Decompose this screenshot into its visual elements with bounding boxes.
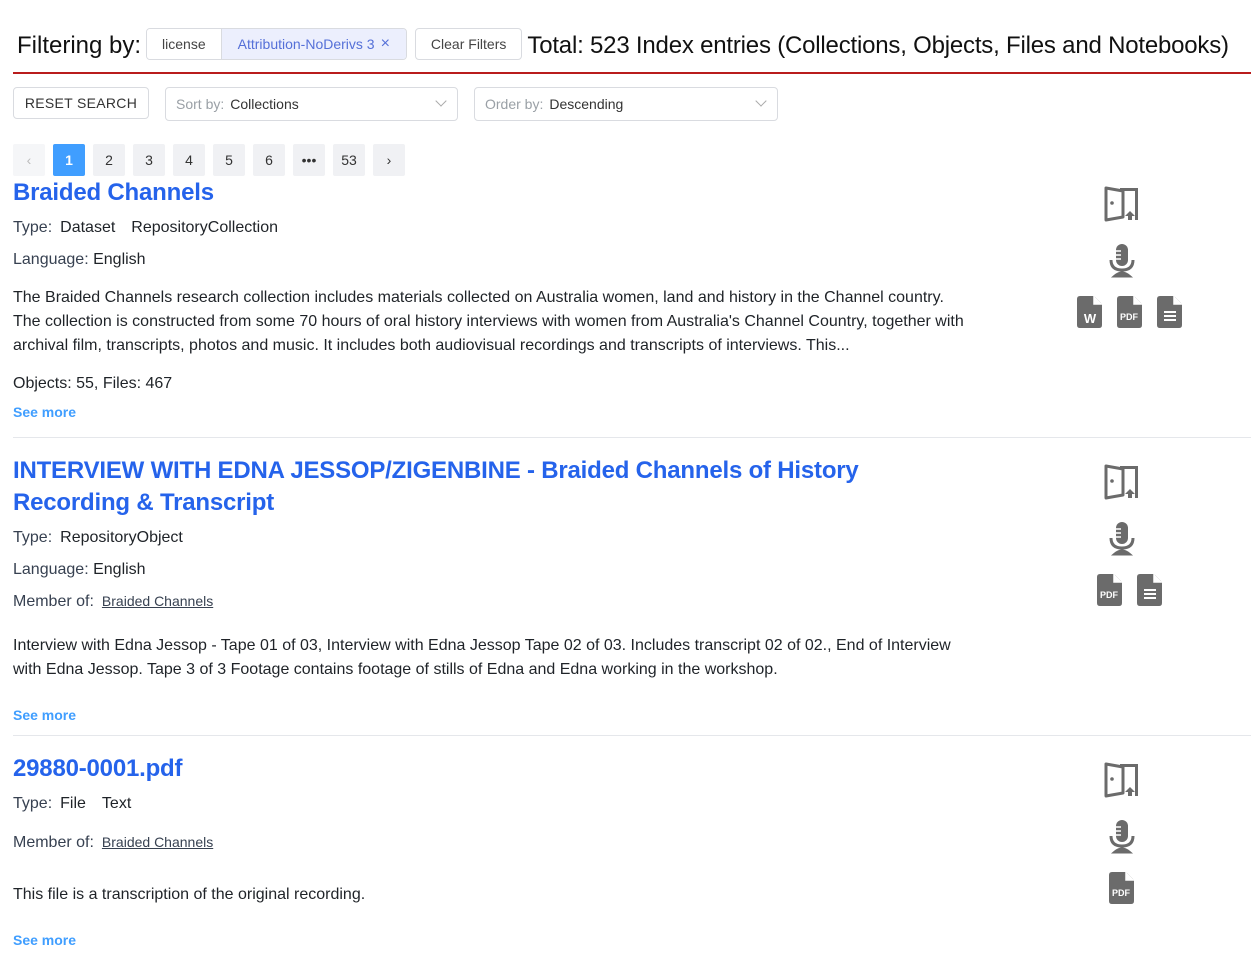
pdf-file-icon: PDF <box>1109 872 1135 904</box>
remove-filter-icon[interactable]: × <box>381 35 390 53</box>
result-type: Type: File Text <box>13 794 1251 814</box>
more-pages-ellipsis[interactable]: ••• <box>293 144 325 176</box>
pdf-file-icon: PDF <box>1097 574 1123 606</box>
see-more-link[interactable]: See more <box>13 707 76 723</box>
svg-text:PDF: PDF <box>1120 312 1139 322</box>
order-by-value: Descending <box>549 96 624 112</box>
result-member-of: Member of: Braided Channels <box>13 591 1251 612</box>
result-title-link[interactable]: INTERVIEW WITH EDNA JESSOP/ZIGENBINE - B… <box>13 455 973 519</box>
filter-key: license <box>147 29 222 59</box>
type-label: Type: <box>13 219 53 236</box>
active-filter-tag: license Attribution-NoDerivs 3 × <box>146 28 407 60</box>
open-access-door-icon <box>1104 184 1140 224</box>
page-53[interactable]: 53 <box>333 144 365 176</box>
microphone-icon <box>1108 520 1136 556</box>
svg-text:PDF: PDF <box>1100 590 1119 600</box>
open-access-door-icon <box>1104 760 1140 800</box>
see-more-link[interactable]: See more <box>13 932 76 948</box>
result-type: Type: RepositoryObject <box>13 528 1251 548</box>
language-label: Language: <box>13 561 89 578</box>
see-more-link[interactable]: See more <box>13 404 76 420</box>
type-value: Text <box>101 795 132 812</box>
clear-filters-button[interactable]: Clear Filters <box>414 28 523 60</box>
language-label: Language: <box>13 251 89 268</box>
svg-text:PDF: PDF <box>1112 888 1131 898</box>
result-member-of: Member of: Braided Channels <box>13 832 1251 853</box>
result-item: INTERVIEW WITH EDNA JESSOP/ZIGENBINE - B… <box>13 455 1251 725</box>
type-value: File <box>60 795 86 812</box>
chevron-down-icon <box>435 95 447 107</box>
result-divider <box>13 735 1251 736</box>
type-label: Type: <box>13 795 53 812</box>
text-file-icon <box>1157 296 1183 328</box>
result-description: This file is a transcription of the orig… <box>13 886 366 903</box>
result-title-link[interactable]: 29880-0001.pdf <box>13 753 973 785</box>
result-description: Interview with Edna Jessop - Tape 01 of … <box>13 637 951 678</box>
word-file-icon: W <box>1077 296 1103 328</box>
language-value: English <box>93 251 146 268</box>
result-divider <box>13 437 1251 438</box>
result-counts: Objects: 55, Files: 467 <box>13 375 173 392</box>
sort-by-select[interactable]: Sort by: Collections <box>165 87 458 121</box>
page-4[interactable]: 4 <box>173 144 205 176</box>
open-access-door-icon <box>1104 462 1140 502</box>
text-file-icon <box>1137 574 1163 606</box>
type-value: RepositoryObject <box>60 529 183 546</box>
svg-text:W: W <box>1084 311 1097 326</box>
chevron-down-icon <box>755 95 767 107</box>
member-of-link[interactable]: Braided Channels <box>102 834 213 850</box>
page-6[interactable]: 6 <box>253 144 285 176</box>
order-by-label: Order by: <box>485 96 544 112</box>
prev-page-button[interactable]: ‹ <box>13 144 45 176</box>
total-entries: Total: 523 Index entries (Collections, O… <box>527 32 1229 59</box>
result-title-link[interactable]: Braided Channels <box>13 177 973 209</box>
page-3[interactable]: 3 <box>133 144 165 176</box>
member-of-label: Member of: <box>13 593 94 610</box>
pdf-file-icon: PDF <box>1117 296 1143 328</box>
filter-bar: Filtering by: license Attribution-NoDeri… <box>13 28 1251 74</box>
type-value: Dataset <box>60 219 116 236</box>
filter-value: Attribution-NoDerivs 3 × <box>221 29 406 59</box>
sort-by-value: Collections <box>230 96 299 112</box>
pagination: ‹ 1 2 3 4 5 6 ••• 53 › <box>13 144 405 176</box>
member-of-label: Member of: <box>13 834 94 851</box>
type-label: Type: <box>13 529 53 546</box>
order-by-select[interactable]: Order by: Descending <box>474 87 778 121</box>
result-language: Language: English <box>13 560 1251 580</box>
result-language: Language: English <box>13 250 1251 270</box>
next-page-button[interactable]: › <box>373 144 405 176</box>
type-value: RepositoryCollection <box>131 219 279 236</box>
reset-search-button[interactable]: RESET SEARCH <box>13 87 149 119</box>
result-type: Type: Dataset RepositoryCollection <box>13 218 1251 238</box>
filter-value-text: Attribution-NoDerivs 3 <box>237 36 375 52</box>
result-item: Braided Channels Type: Dataset RepositoryC… <box>13 177 1251 422</box>
microphone-icon <box>1108 818 1136 854</box>
language-value: English <box>93 561 146 578</box>
search-controls: RESET SEARCH Sort by: Collections Order … <box>13 87 778 121</box>
page-2[interactable]: 2 <box>93 144 125 176</box>
result-item: 29880-0001.pdf Type: File Text Member of: B… <box>13 753 1251 950</box>
page-5[interactable]: 5 <box>213 144 245 176</box>
filter-label: Filtering by: <box>17 32 142 59</box>
microphone-icon <box>1108 242 1136 278</box>
result-description: The Braided Channels research collection… <box>13 289 964 354</box>
sort-by-label: Sort by: <box>176 96 225 112</box>
page-1[interactable]: 1 <box>53 144 85 176</box>
member-of-link[interactable]: Braided Channels <box>102 593 213 609</box>
